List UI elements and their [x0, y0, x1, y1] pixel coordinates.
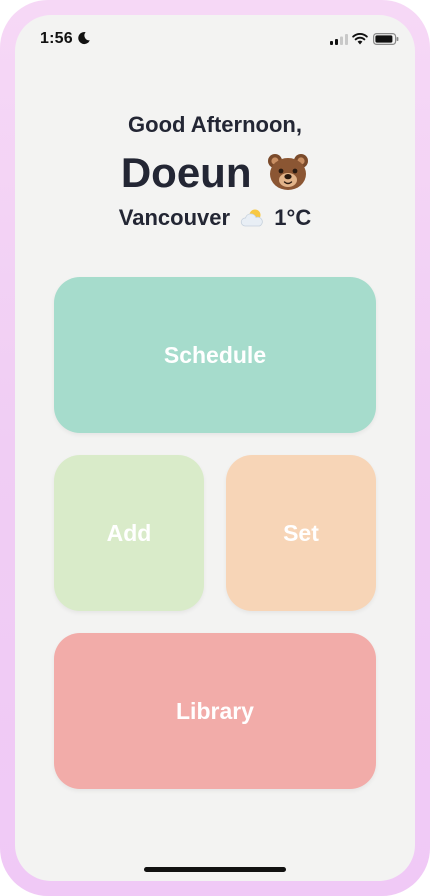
wifi-icon: [352, 32, 368, 45]
sun-behind-cloud-icon: [241, 209, 263, 227]
status-time: 1:56: [40, 30, 73, 47]
battery-icon: [373, 33, 399, 45]
add-label: Add: [106, 519, 152, 546]
set-label: Set: [283, 519, 319, 546]
add-button[interactable]: Add: [54, 455, 204, 611]
bear-face-icon: [268, 154, 309, 190]
app-screen: 1:56 Good Afternoon, Doeun Vancouver 1°C…: [15, 15, 415, 881]
moon-icon: [78, 32, 90, 45]
set-button[interactable]: Set: [226, 455, 376, 611]
schedule-label: Schedule: [163, 341, 267, 368]
greeting-text: Good Afternoon,: [128, 112, 302, 137]
weather-row: Vancouver 1°C: [15, 205, 415, 231]
home-indicator[interactable]: [144, 867, 286, 872]
library-button[interactable]: Library: [54, 633, 376, 789]
schedule-button[interactable]: Schedule: [54, 277, 376, 433]
signal-icon: [330, 34, 348, 45]
device-frame: 1:56 Good Afternoon, Doeun Vancouver 1°C…: [0, 0, 430, 896]
city-name: Vancouver: [118, 205, 231, 230]
temperature: 1°C: [274, 205, 312, 230]
status-bar: 1:56: [15, 15, 415, 63]
user-name: Doeun: [120, 149, 252, 196]
user-name-row: Doeun: [15, 149, 415, 197]
library-label: Library: [176, 697, 254, 724]
